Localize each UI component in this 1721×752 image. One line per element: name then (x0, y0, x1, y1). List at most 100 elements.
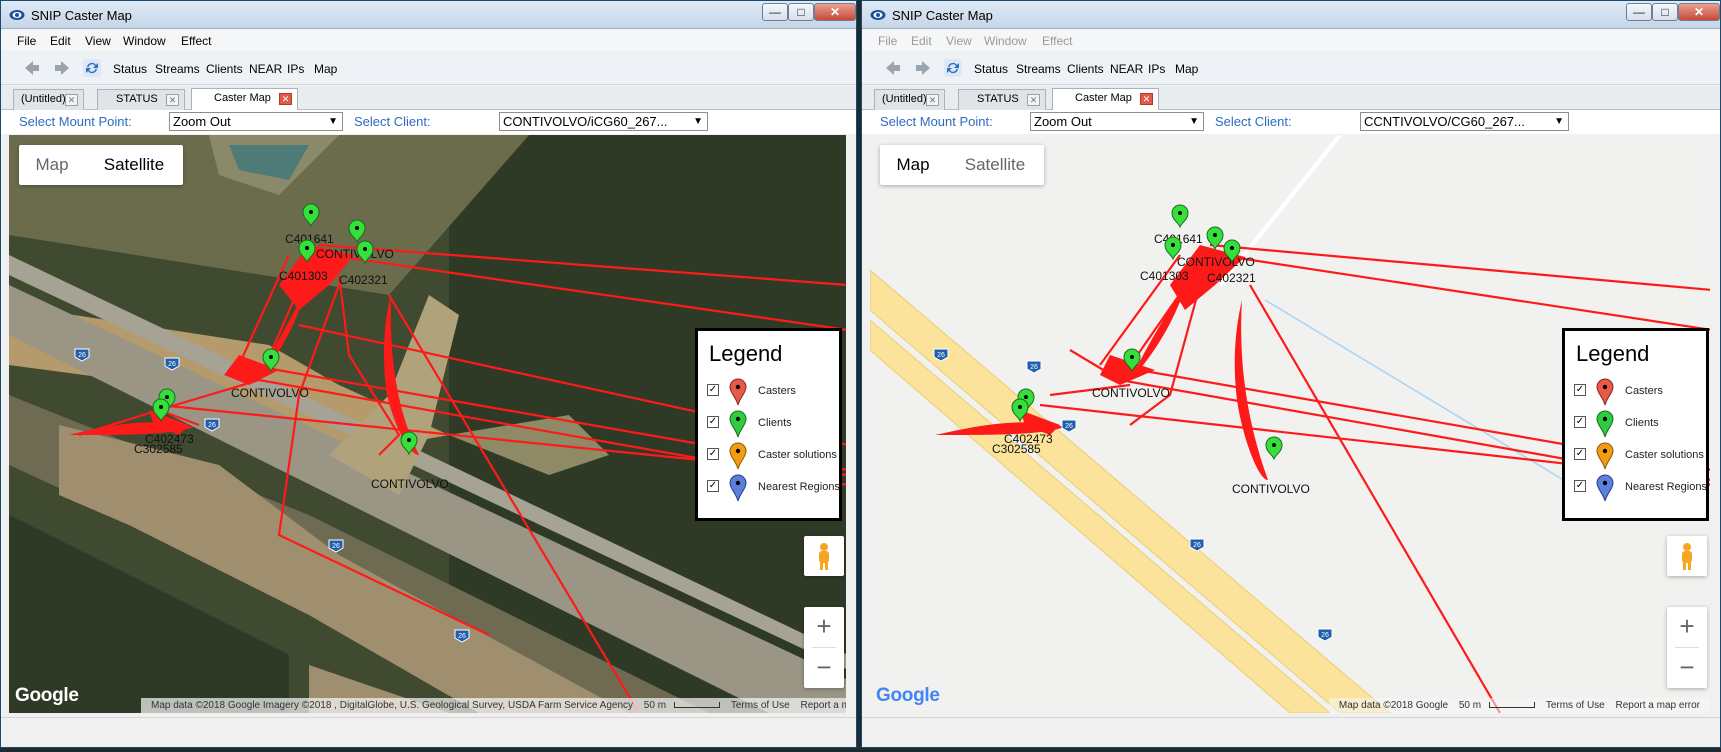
report-error-link[interactable]: Report a map error (801, 700, 847, 711)
menu-window[interactable]: Window (984, 34, 1027, 48)
legend-row-caster-solutions: ✓ Caster solutions (707, 442, 837, 470)
map-attribution: Map data ©2018 Google 50 m Terms of Use … (1328, 698, 1710, 713)
legend-checkbox[interactable]: ✓ (707, 448, 719, 460)
zoom-out-button[interactable]: − (804, 648, 844, 688)
toolbar-clients[interactable]: Clients (1067, 62, 1104, 76)
tab-close-icon[interactable]: ✕ (65, 94, 78, 106)
toolbar-status[interactable]: Status (113, 62, 147, 76)
marker-label: CONTIVOLVO (231, 386, 309, 400)
map-canvas[interactable]: 26 26 26 26 26 C401641 CONTIVOLVO C40130… (870, 135, 1710, 713)
street-view-pegman[interactable] (1667, 536, 1707, 576)
toolbar-map[interactable]: Map (1175, 62, 1198, 76)
marker-label: C402321 (1207, 271, 1256, 285)
minimize-button[interactable]: — (1626, 3, 1652, 21)
title-bar[interactable]: SNIP Caster Map — □ ✕ (862, 1, 1720, 29)
menu-file[interactable]: File (17, 34, 36, 48)
tab-untitled[interactable]: (Untitled) ✕ (874, 89, 945, 110)
client-select[interactable]: CONTIVOLVO/iCG60_267... ▼ (499, 112, 708, 131)
toolbar-map[interactable]: Map (314, 62, 337, 76)
client-select[interactable]: CCNTIVOLVO/CG60_267... ▼ (1360, 112, 1569, 131)
client-pin-icon (1171, 204, 1189, 229)
app-eye-icon (870, 10, 886, 20)
tab-close-icon[interactable]: ✕ (279, 93, 292, 105)
close-button[interactable]: ✕ (1678, 3, 1720, 21)
toolbar-ips[interactable]: IPs (1148, 62, 1165, 76)
legend-checkbox[interactable]: ✓ (1574, 480, 1586, 492)
report-error-link[interactable]: Report a map error (1616, 700, 1700, 711)
forward-arrow-icon[interactable] (53, 59, 71, 77)
toolbar-streams[interactable]: Streams (1016, 62, 1061, 76)
menu-file[interactable]: File (878, 34, 897, 48)
marker-label: CONTIVOLVO (1177, 255, 1255, 269)
legend-checkbox[interactable]: ✓ (707, 384, 719, 396)
tab-untitled[interactable]: (Untitled) ✕ (13, 89, 84, 110)
tab-caster-map[interactable]: Caster Map ✕ (191, 88, 298, 110)
menu-edit[interactable]: Edit (50, 34, 71, 48)
scale-bar (1489, 702, 1536, 709)
map-type-control: Map Satellite (19, 145, 183, 185)
map-type-map-button[interactable]: Map (880, 145, 946, 185)
google-logo: Google (15, 685, 79, 706)
street-view-pegman[interactable] (804, 536, 844, 576)
zoom-control: + − (804, 607, 844, 688)
legend-checkbox[interactable]: ✓ (707, 416, 719, 428)
toolbar-near[interactable]: NEAR (1110, 62, 1143, 76)
title-bar[interactable]: SNIP Caster Map — □ ✕ (1, 1, 856, 29)
tab-close-icon[interactable]: ✕ (1140, 93, 1153, 105)
client-pin-icon (348, 219, 366, 244)
tab-close-icon[interactable]: ✕ (166, 94, 179, 106)
tab-status[interactable]: STATUS ✕ (97, 89, 185, 110)
tab-caster-map[interactable]: Caster Map ✕ (1052, 88, 1159, 110)
tab-close-icon[interactable]: ✕ (1027, 94, 1040, 106)
toolbar: Status Streams Clients NEAR IPs Map (1, 52, 856, 85)
toolbar-status[interactable]: Status (974, 62, 1008, 76)
refresh-icon[interactable] (83, 59, 101, 77)
client-pin-icon (262, 348, 280, 373)
caster-solution-pin-icon (729, 442, 747, 470)
dropdown-caret-icon: ▼ (1554, 116, 1564, 127)
terms-link[interactable]: Terms of Use (731, 700, 790, 711)
toolbar-streams[interactable]: Streams (155, 62, 200, 76)
toolbar-clients[interactable]: Clients (206, 62, 243, 76)
map-type-satellite-button[interactable]: Satellite (946, 145, 1044, 185)
legend-checkbox[interactable]: ✓ (1574, 384, 1586, 396)
close-button[interactable]: ✕ (814, 3, 856, 21)
legend-checkbox[interactable]: ✓ (1574, 416, 1586, 428)
zoom-in-button[interactable]: + (804, 607, 844, 647)
tab-close-icon[interactable]: ✕ (926, 94, 939, 106)
zoom-out-button[interactable]: − (1667, 648, 1707, 688)
legend-checkbox[interactable]: ✓ (1574, 448, 1586, 460)
toolbar-ips[interactable]: IPs (287, 62, 304, 76)
terms-link[interactable]: Terms of Use (1546, 700, 1605, 711)
maximize-button[interactable]: □ (1652, 3, 1678, 21)
maximize-button[interactable]: □ (788, 3, 814, 21)
legend-checkbox[interactable]: ✓ (707, 480, 719, 492)
menu-window[interactable]: Window (123, 34, 166, 48)
mount-point-select[interactable]: Zoom Out ▼ (169, 112, 343, 131)
map-canvas[interactable]: 26 26 26 26 26 C401641 CONTIVOLVO C40130… (9, 135, 846, 713)
menu-edit[interactable]: Edit (911, 34, 932, 48)
menu-view[interactable]: View (85, 34, 111, 48)
back-arrow-icon[interactable] (23, 59, 41, 77)
map-type-satellite-button[interactable]: Satellite (85, 145, 183, 185)
tab-label: STATUS (977, 93, 1019, 105)
legend-label: Casters (758, 385, 796, 397)
tab-status[interactable]: STATUS ✕ (958, 89, 1046, 110)
map-attribution: Map data ©2018 Google Imagery ©2018 , Di… (141, 698, 846, 713)
menu-view[interactable]: View (946, 34, 972, 48)
back-arrow-icon[interactable] (884, 59, 902, 77)
right-window: SNIP Caster Map — □ ✕ File Edit View Win… (861, 0, 1721, 748)
legend-row-casters: ✓ Casters (707, 378, 837, 406)
forward-arrow-icon[interactable] (914, 59, 932, 77)
minimize-button[interactable]: — (762, 3, 788, 21)
client-pin-icon (302, 203, 320, 228)
map-type-map-button[interactable]: Map (19, 145, 85, 185)
attribution-data: Map data ©2018 Google (1338, 700, 1449, 711)
menu-effect[interactable]: Effect (181, 34, 211, 48)
refresh-icon[interactable] (944, 59, 962, 77)
mount-point-select[interactable]: Zoom Out ▼ (1030, 112, 1204, 131)
client-value: CCNTIVOLVO/CG60_267... (1364, 114, 1525, 129)
zoom-in-button[interactable]: + (1667, 607, 1707, 647)
menu-effect[interactable]: Effect (1042, 34, 1072, 48)
toolbar-near[interactable]: NEAR (249, 62, 282, 76)
